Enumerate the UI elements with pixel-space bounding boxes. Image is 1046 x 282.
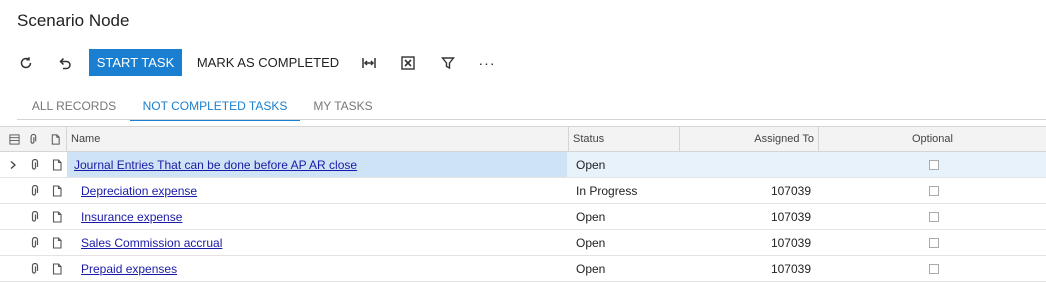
note-icon[interactable] — [50, 152, 64, 177]
table-row[interactable]: Depreciation expense In Progress 107039 — [0, 178, 1046, 204]
filter-icon[interactable] — [437, 49, 459, 76]
more-menu-icon[interactable]: ··· — [476, 49, 498, 76]
optional-checkbox[interactable] — [818, 152, 1046, 177]
note-icon[interactable] — [50, 178, 64, 203]
toolbar: START TASK MARK AS COMPLETED ··· — [0, 49, 1046, 76]
start-task-button[interactable]: START TASK — [89, 49, 182, 76]
table-row[interactable]: Prepaid expenses Open 107039 — [0, 256, 1046, 282]
note-header-icon — [47, 127, 63, 151]
tab-bar: ALL RECORDS NOT COMPLETED TASKS MY TASKS — [0, 92, 1046, 121]
task-name: Prepaid expenses — [81, 256, 561, 281]
task-status: In Progress — [576, 183, 638, 198]
column-header-assigned-to[interactable]: Assigned To — [679, 127, 818, 151]
fit-columns-icon[interactable] — [358, 49, 380, 76]
mark-as-completed-button[interactable]: MARK AS COMPLETED — [193, 49, 343, 76]
expand-chevron-icon[interactable] — [6, 152, 20, 177]
row-selector-header-icon[interactable] — [7, 127, 21, 151]
task-assigned-to: 107039 — [770, 261, 811, 276]
tab-not-completed-tasks[interactable]: NOT COMPLETED TASKS — [130, 92, 300, 121]
task-assigned-to: 107039 — [770, 235, 811, 250]
task-name: Insurance expense — [81, 204, 561, 229]
grid-header: Name Status Assigned To Optional — [0, 126, 1046, 152]
note-icon[interactable] — [50, 256, 64, 281]
table-row[interactable]: Sales Commission accrual Open 107039 — [0, 230, 1046, 256]
optional-checkbox[interactable] — [818, 256, 1046, 281]
task-name-link[interactable]: Depreciation expense — [81, 184, 197, 198]
refresh-icon[interactable] — [15, 49, 37, 76]
task-status: Open — [576, 157, 606, 172]
tab-all-records[interactable]: ALL RECORDS — [22, 92, 126, 120]
task-status: Open — [576, 235, 606, 250]
tab-my-tasks[interactable]: MY TASKS — [304, 92, 382, 120]
optional-checkbox[interactable] — [818, 204, 1046, 229]
optional-checkbox[interactable] — [818, 230, 1046, 255]
undo-icon[interactable] — [54, 49, 76, 76]
optional-checkbox[interactable] — [818, 178, 1046, 203]
column-header-optional[interactable]: Optional — [818, 127, 1046, 151]
task-name: Sales Commission accrual — [81, 230, 561, 255]
attachment-icon[interactable] — [27, 152, 41, 177]
attachment-icon[interactable] — [27, 256, 41, 281]
task-status: Open — [576, 209, 606, 224]
column-header-name[interactable]: Name — [66, 127, 568, 151]
excel-export-icon[interactable] — [397, 49, 419, 76]
note-icon[interactable] — [50, 230, 64, 255]
column-header-status[interactable]: Status — [568, 127, 679, 151]
tabs-divider — [17, 119, 1046, 120]
attachment-icon[interactable] — [27, 230, 41, 255]
table-row[interactable]: Insurance expense Open 107039 — [0, 204, 1046, 230]
task-assigned-to: 107039 — [770, 183, 811, 198]
task-status: Open — [576, 261, 606, 276]
task-name-link[interactable]: Insurance expense — [81, 210, 182, 224]
task-name: Depreciation expense — [81, 178, 561, 203]
note-icon[interactable] — [50, 204, 64, 229]
table-row[interactable]: Journal Entries That can be done before … — [0, 152, 1046, 178]
task-name: Journal Entries That can be done before … — [74, 152, 564, 177]
attachment-header-icon — [25, 127, 39, 151]
page-title: Scenario Node — [17, 11, 130, 30]
task-name-link[interactable]: Journal Entries That can be done before … — [74, 158, 357, 172]
task-name-link[interactable]: Prepaid expenses — [81, 262, 177, 276]
task-name-link[interactable]: Sales Commission accrual — [81, 236, 222, 250]
attachment-icon[interactable] — [27, 204, 41, 229]
task-assigned-to: 107039 — [770, 209, 811, 224]
attachment-icon[interactable] — [27, 178, 41, 203]
task-assigned-to — [680, 152, 811, 177]
